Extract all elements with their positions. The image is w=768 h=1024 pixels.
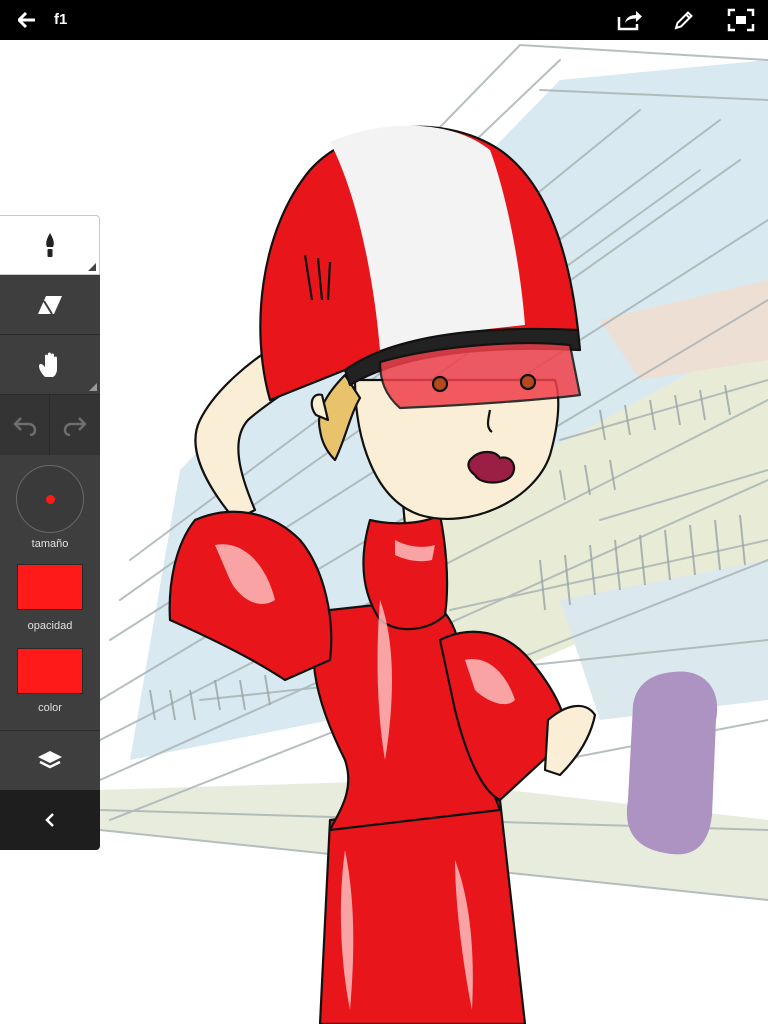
fullscreen-icon (727, 8, 755, 32)
purple-stroke (626, 671, 718, 855)
eraser-icon (38, 295, 62, 315)
opacity-label: opacidad (27, 620, 73, 632)
size-label: tamaño (31, 538, 69, 550)
undo-button[interactable] (0, 395, 50, 455)
drawing-canvas[interactable] (0, 40, 768, 1024)
chevron-left-icon (45, 813, 54, 827)
layers-icon (38, 750, 62, 768)
redo-button[interactable] (50, 395, 100, 455)
hand-icon (39, 352, 57, 377)
color-label: color (38, 702, 62, 714)
top-bar: f1 (0, 0, 768, 40)
layers-button[interactable] (0, 730, 100, 790)
options-corner-marker (89, 383, 97, 391)
undo-icon (12, 417, 36, 436)
opacity-swatch[interactable] (17, 564, 83, 610)
document-title: f1 (54, 11, 68, 28)
share-button[interactable] (612, 0, 648, 40)
pencil-icon (674, 11, 693, 30)
undo-redo-row (0, 395, 100, 455)
brush-tool-button[interactable] (0, 215, 100, 275)
color-swatch[interactable] (17, 648, 83, 694)
artwork (99, 44, 768, 1024)
back-button[interactable] (12, 0, 42, 40)
arrow-left-icon (18, 12, 35, 28)
size-dial[interactable] (16, 465, 84, 533)
brush-properties: tamaño opacidad color (0, 455, 100, 730)
options-corner-marker (88, 263, 96, 271)
size-indicator-dot (46, 495, 55, 504)
share-icon (617, 11, 642, 31)
hand-tool-button[interactable] (0, 335, 100, 395)
brush-icon (45, 233, 54, 257)
fullscreen-button[interactable] (722, 0, 760, 40)
redo-icon (63, 417, 87, 436)
edit-button[interactable] (666, 0, 702, 40)
eraser-tool-button[interactable] (0, 275, 100, 335)
collapse-panel-button[interactable] (0, 790, 100, 850)
tool-panel: tamaño opacidad color (0, 215, 100, 850)
